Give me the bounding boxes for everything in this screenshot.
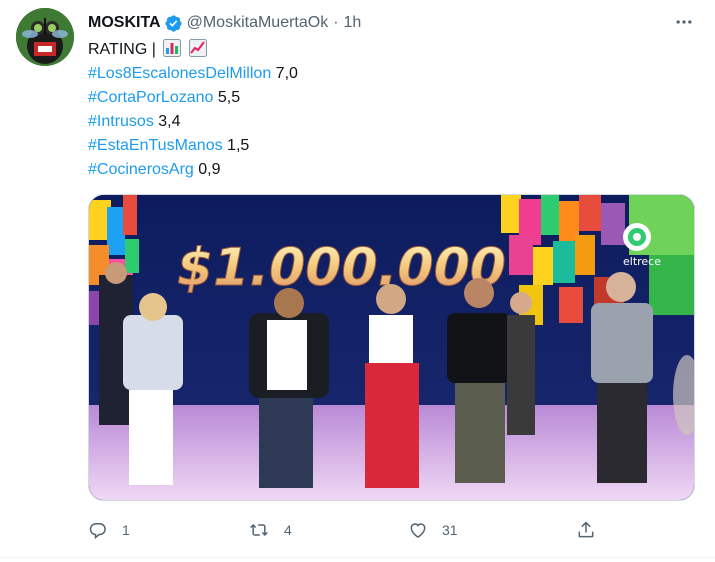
rating-value: 3,4	[158, 113, 181, 130]
reply-count: 1	[122, 522, 130, 538]
tweet-header: MOSKITA @MoskitaMuertaOk · 1h	[88, 12, 361, 34]
heart-icon	[410, 523, 426, 538]
share-icon	[578, 521, 594, 538]
separator-dot: ·	[333, 14, 339, 31]
more-options-icon[interactable]	[672, 10, 696, 34]
mosquito-avatar-image	[16, 8, 74, 66]
hashtag-link[interactable]: #Intrusos	[88, 113, 154, 130]
reply-button[interactable]: 1	[88, 518, 130, 542]
tweet[interactable]: MOSKITA @MoskitaMuertaOk · 1h RATING | #…	[0, 0, 715, 562]
retweet-button[interactable]: 4	[248, 518, 292, 542]
rating-value: 0,9	[198, 161, 221, 178]
verified-badge-icon[interactable]	[164, 14, 183, 33]
hashtag-link[interactable]: #CortaPorLozano	[88, 89, 213, 106]
rating-value: 5,5	[217, 89, 241, 106]
like-button[interactable]: 31	[408, 518, 458, 542]
avatar[interactable]	[16, 8, 74, 66]
reply-icon	[89, 523, 106, 540]
rating-value: 7,0	[275, 65, 298, 82]
like-count: 31	[442, 522, 458, 538]
money-overlay-text: $1.000.000	[177, 238, 506, 298]
chart-increasing-emoji-icon	[188, 39, 207, 57]
tweet-actions: 1 4 31	[88, 518, 608, 542]
rating-line: #CocinerosArg 0,9	[88, 158, 298, 182]
rating-value: 1,5	[227, 137, 250, 154]
hashtag-link[interactable]: #CocinerosArg	[88, 161, 194, 178]
bar-chart-emoji-icon	[163, 39, 182, 57]
tweet-divider	[0, 557, 715, 558]
hashtag-link[interactable]: #Los8EscalonesDelMillon	[88, 65, 271, 82]
rating-line: #EstaEnTusManos 1,5	[88, 134, 298, 158]
timestamp[interactable]: 1h	[344, 14, 362, 32]
tweet-media-image[interactable]: $1.000.000 eltrece	[88, 194, 695, 501]
tweet-intro-line: RATING |	[88, 38, 298, 62]
tweet-text: RATING | #Los8EscalonesDelMillon 7,0 #Co…	[88, 38, 298, 182]
tweet-intro: RATING |	[88, 41, 156, 58]
channel-logo-text: eltrece	[623, 255, 661, 268]
share-button[interactable]	[576, 518, 596, 542]
user-handle[interactable]: @MoskitaMuertaOk	[187, 14, 329, 32]
rating-line: #Los8EscalonesDelMillon 7,0	[88, 62, 298, 86]
rating-line: #Intrusos 3,4	[88, 110, 298, 134]
rating-line: #CortaPorLozano 5,5	[88, 86, 298, 110]
hashtag-link[interactable]: #EstaEnTusManos	[88, 137, 223, 154]
tv-show-stage-image: $1.000.000 eltrece	[89, 195, 694, 500]
retweet-icon	[250, 523, 268, 537]
display-name[interactable]: MOSKITA	[88, 14, 161, 32]
retweet-count: 4	[284, 522, 292, 538]
